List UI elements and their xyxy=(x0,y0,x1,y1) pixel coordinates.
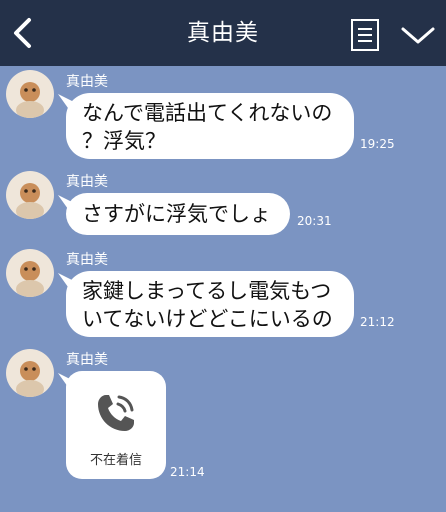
message-line: さすがに浮気でしょ xyxy=(82,202,271,226)
sender-name: 真由美 xyxy=(66,352,108,368)
message-line: ？浮気？ xyxy=(82,129,166,153)
chevron-down-icon[interactable] xyxy=(400,24,436,46)
message-time: 19:25 xyxy=(360,137,395,151)
avatar[interactable] xyxy=(6,171,54,219)
sender-name: 真由美 xyxy=(66,252,108,268)
notes-icon[interactable] xyxy=(350,18,380,52)
missed-call-label: 不在着信 xyxy=(89,453,142,468)
message-line: なんで電話出てくれないの xyxy=(82,101,333,125)
missed-call-bubble[interactable]: 不在着信 xyxy=(66,371,166,479)
message-time: 21:12 xyxy=(360,315,395,329)
message-bubble[interactable]: なんで電話出てくれないの ？浮気？ xyxy=(66,93,354,159)
message-line: いてないけどどこにいるの xyxy=(82,307,333,331)
sender-name: 真由美 xyxy=(66,74,108,90)
avatar[interactable] xyxy=(6,349,54,397)
phone-icon xyxy=(98,395,134,431)
message-bubble[interactable]: 家鍵しまってるし電気もつ いてないけどどこにいるの xyxy=(66,271,354,337)
avatar[interactable] xyxy=(6,249,54,297)
message-line: 家鍵しまってるし電気もつ xyxy=(82,279,332,303)
avatar[interactable] xyxy=(6,70,54,118)
chat-header: 真由美 xyxy=(0,0,446,66)
message-time: 20:31 xyxy=(297,214,332,228)
message-time: 21:14 xyxy=(170,465,205,479)
message-bubble[interactable]: さすがに浮気でしょ xyxy=(66,193,290,235)
sender-name: 真由美 xyxy=(66,174,108,190)
